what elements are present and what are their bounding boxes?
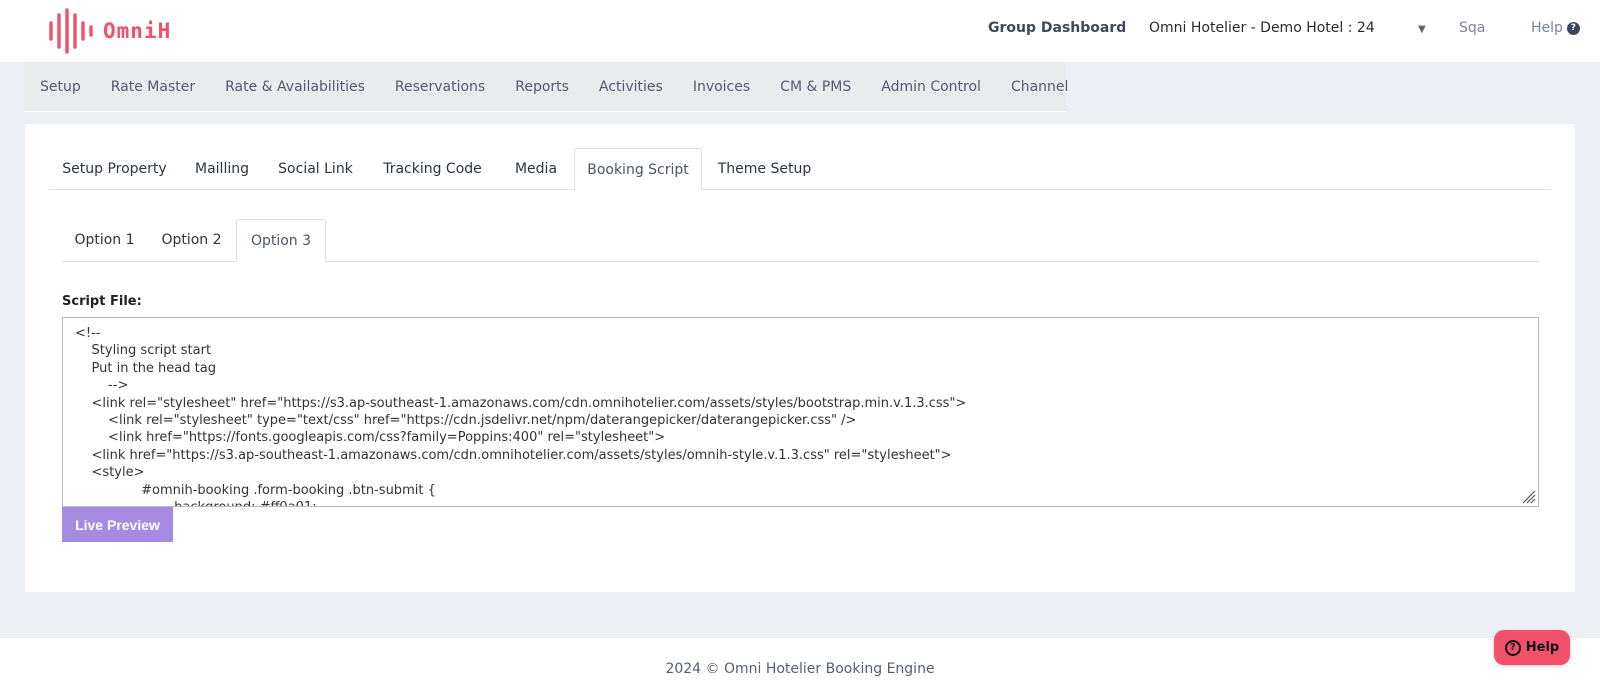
tab-social-link[interactable]: Social Link (264, 148, 367, 190)
script-file-label: Script File: (62, 294, 142, 309)
nav-item-admin-control[interactable]: Admin Control (881, 79, 981, 95)
header-help-label: Help (1531, 20, 1563, 36)
hotel-selector[interactable]: Omni Hotelier - Demo Hotel : 24 (1149, 20, 1375, 36)
nav-item-channel[interactable]: Channel (1011, 79, 1068, 95)
group-dashboard-link[interactable]: Group Dashboard (988, 20, 1126, 36)
omnih-logo-icon (49, 8, 93, 54)
property-tabs: Setup Property Mailling Social Link Trac… (49, 148, 1551, 191)
nav-item-reservations[interactable]: Reservations (395, 79, 485, 95)
floating-help-label: Help (1525, 640, 1560, 655)
question-circle-icon: ? (1504, 639, 1521, 656)
tab-media[interactable]: Media (498, 148, 574, 190)
nav-item-rate-master[interactable]: Rate Master (111, 79, 195, 95)
script-file-textarea[interactable]: <!-- Styling script start Put in the hea… (62, 317, 1539, 507)
brand-name: OmniH (103, 19, 172, 43)
brand-logo[interactable]: OmniH (48, 8, 171, 54)
script-file-content: <!-- Styling script start Put in the hea… (75, 326, 967, 506)
live-preview-button[interactable]: Live Preview (62, 507, 173, 542)
tab-booking-script[interactable]: Booking Script (574, 148, 702, 191)
nav-item-activities[interactable]: Activities (599, 79, 663, 95)
content-card: Setup Property Mailling Social Link Trac… (25, 124, 1575, 592)
resize-handle-icon[interactable] (1520, 488, 1536, 504)
tab-theme-setup[interactable]: Theme Setup (702, 148, 827, 190)
question-circle-icon: ? (1566, 21, 1580, 35)
nav-item-reports[interactable]: Reports (515, 79, 569, 95)
footer-copyright: 2024 © Omni Hotelier Booking Engine (665, 661, 935, 677)
footer: 2024 © Omni Hotelier Booking Engine (0, 638, 1600, 698)
nav-item-setup[interactable]: Setup (40, 79, 81, 95)
nav-item-rate-availabilities[interactable]: Rate & Availabilities (225, 79, 365, 95)
option-tabs: Option 1 Option 2 Option 3 (62, 219, 1539, 262)
floating-help-button[interactable]: ? Help (1494, 630, 1570, 665)
tab-mailling[interactable]: Mailling (180, 148, 264, 190)
tab-option-1[interactable]: Option 1 (62, 219, 147, 261)
nav-item-cm-pms[interactable]: CM & PMS (780, 79, 851, 95)
user-menu[interactable]: Sqa (1459, 20, 1485, 36)
tab-tracking-code[interactable]: Tracking Code (367, 148, 498, 190)
tab-setup-property[interactable]: Setup Property (49, 148, 180, 190)
chevron-down-icon[interactable]: ▼ (1418, 24, 1426, 35)
header-help-link[interactable]: Help ? (1531, 20, 1580, 36)
top-header: OmniH Group Dashboard Omni Hotelier - De… (0, 0, 1600, 62)
nav-item-invoices[interactable]: Invoices (693, 79, 750, 95)
main-nav: Setup Rate Master Rate & Availabilities … (24, 62, 1068, 112)
tab-option-3[interactable]: Option 3 (236, 219, 326, 262)
tab-option-2[interactable]: Option 2 (147, 219, 236, 261)
